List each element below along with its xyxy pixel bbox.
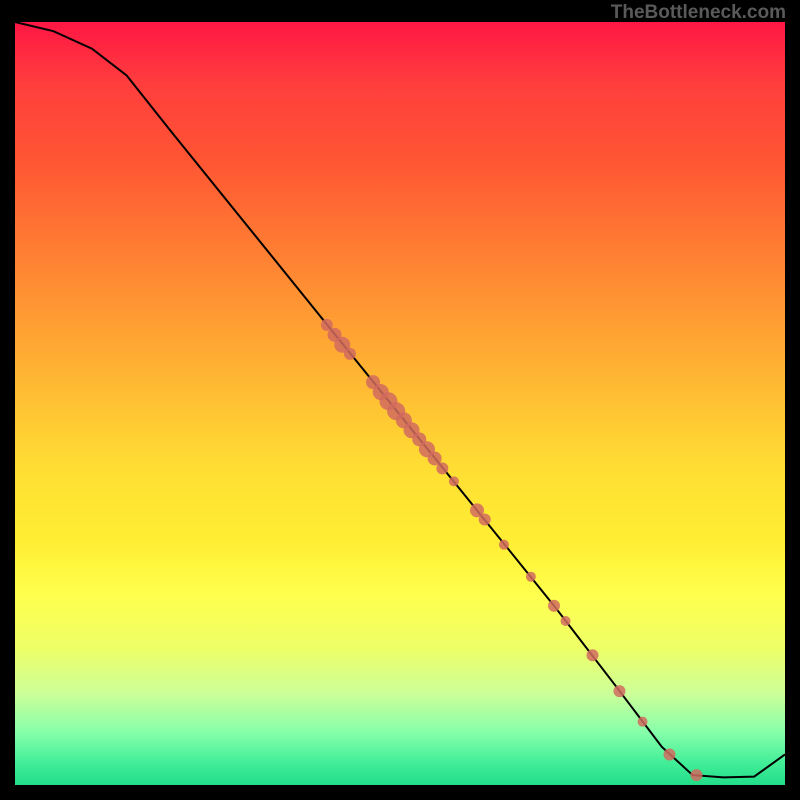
watermark-text: TheBottleneck.com [611, 2, 786, 24]
chart-container: TheBottleneck.com [0, 0, 800, 800]
plot-gradient-background [15, 22, 785, 785]
